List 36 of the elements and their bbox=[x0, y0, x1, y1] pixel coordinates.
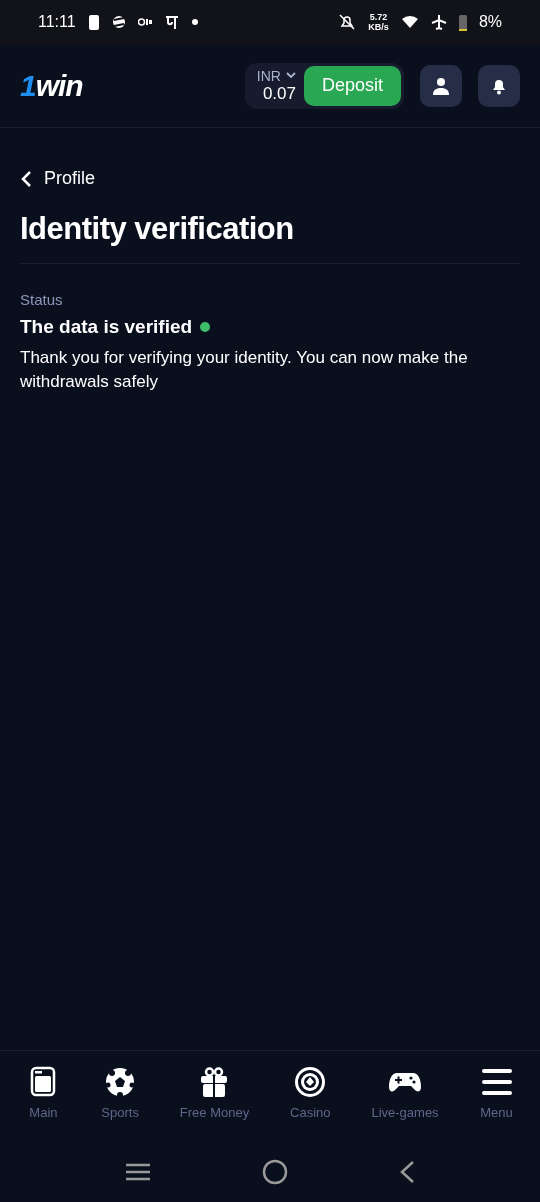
profile-button[interactable] bbox=[420, 64, 462, 107]
back-link[interactable]: Profile bbox=[20, 168, 96, 189]
recent-apps-icon bbox=[125, 1162, 152, 1182]
nav-tab[interactable]: Live-games bbox=[371, 1065, 439, 1142]
clock: 11:11 bbox=[38, 13, 76, 31]
balance-amount: 0.07 bbox=[262, 83, 296, 104]
bell-off-icon bbox=[338, 13, 357, 31]
status-value: The data is verified bbox=[20, 316, 193, 338]
home-icon bbox=[262, 1159, 288, 1185]
app-notification-icon bbox=[163, 14, 180, 30]
battery-saver-icon bbox=[87, 13, 100, 31]
nav-tab[interactable]: Free Money bbox=[179, 1065, 250, 1142]
network-speed: 5.72 KB/s bbox=[368, 12, 389, 32]
app-notification-icon bbox=[137, 18, 152, 26]
currency-selector[interactable]: INR bbox=[256, 67, 281, 84]
nav-tab[interactable]: Main bbox=[26, 1065, 61, 1142]
wifi-icon bbox=[400, 15, 419, 29]
notifications-button[interactable] bbox=[478, 64, 520, 107]
logo: 1win bbox=[20, 68, 83, 103]
battery-level: 8% bbox=[478, 13, 502, 31]
battery-icon bbox=[458, 13, 467, 31]
nav-tab[interactable]: Menu bbox=[479, 1065, 514, 1142]
chevron-down-icon bbox=[285, 72, 296, 79]
airplane-icon bbox=[430, 14, 447, 30]
person-icon bbox=[432, 76, 450, 95]
chevron-left-icon bbox=[20, 169, 32, 188]
back-icon bbox=[398, 1160, 415, 1184]
status-message: Thank you for verifying your identity. You can now make the withdrawals safely bbox=[20, 347, 469, 393]
nav-tab[interactable]: Casino bbox=[290, 1065, 331, 1142]
dot-icon bbox=[191, 19, 198, 25]
casino-chip-icon bbox=[293, 1065, 328, 1099]
nav-tab[interactable]: Sports bbox=[101, 1065, 139, 1142]
status-label: Status bbox=[20, 291, 64, 308]
deposit-button[interactable]: Deposit bbox=[303, 65, 401, 106]
page-title: Identity verification bbox=[20, 211, 520, 264]
sync-icon bbox=[111, 15, 126, 29]
